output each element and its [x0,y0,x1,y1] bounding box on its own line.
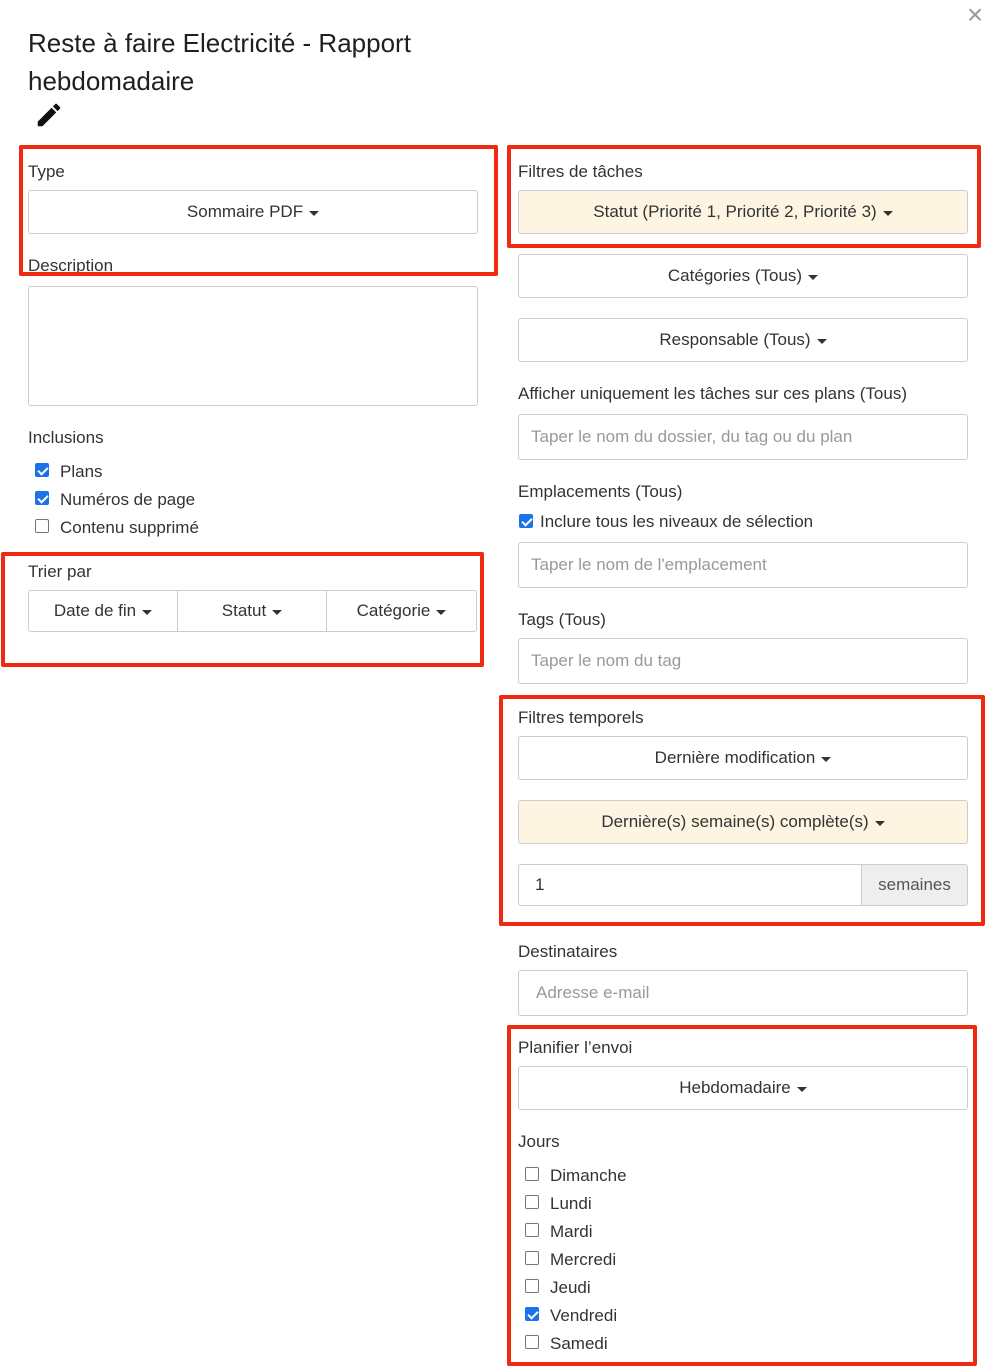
time-field-dropdown[interactable]: Dernière modification [518,736,968,780]
caret-down-icon [142,609,153,615]
tags-label: Tags (Tous) [518,610,606,629]
sort-status-button[interactable]: Statut [177,590,327,632]
day-friday-checkbox[interactable] [525,1307,539,1321]
pencil-icon[interactable] [34,100,64,130]
plans-checkbox-label: Plans [60,462,103,481]
type-dropdown[interactable]: Sommaire PDF [28,190,478,234]
include-all-levels-label: Inclure tous les niveaux de sélection [540,512,814,531]
day-tuesday-checkbox[interactable] [525,1223,539,1237]
caret-down-icon [821,756,832,762]
weeks-unit-addon: semaines [861,864,968,906]
day-wednesday-label: Mercredi [550,1250,617,1269]
type-label: Type [28,162,65,181]
day-sunday-checkbox[interactable] [525,1167,539,1181]
caret-down-icon [874,820,885,826]
responsible-filter-dropdown[interactable]: Responsable (Tous) [518,318,968,362]
caret-down-icon [436,609,447,615]
description-label: Description [28,256,114,275]
frequency-value: Hebdomadaire [679,1078,791,1097]
plans-search-input[interactable]: Taper le nom du dossier, du tag ou du pl… [518,414,968,460]
dialog-title: Reste à faire Electricité - Rapport hebd… [28,28,411,96]
location-search-input[interactable]: Taper le nom de l'emplacement [518,542,968,588]
sort-status-label: Statut [221,601,267,620]
schedule-label: Planifier l’envoi [518,1038,633,1057]
days-label: Jours [518,1132,560,1151]
deleted-content-checkbox-label: Contenu supprimé [60,518,199,537]
day-friday-label: Vendredi [550,1306,618,1325]
recipients-label: Destinataires [518,942,618,961]
day-tuesday-label: Mardi [550,1222,593,1241]
time-field-value: Dernière modification [654,748,816,767]
close-icon[interactable]: × [962,1,988,29]
day-wednesday-checkbox[interactable] [525,1251,539,1265]
page-numbers-checkbox-label: Numéros de page [60,490,196,509]
time-filters-label: Filtres temporels [518,708,644,727]
categories-filter-value: Catégories (Tous) [667,266,803,285]
sort-end-date-label: Date de fin [53,601,137,620]
locations-label: Emplacements (Tous) [518,482,683,501]
plans-checkbox[interactable] [35,463,49,477]
description-textarea[interactable] [28,286,478,406]
inclusions-label: Inclusions [28,428,104,447]
day-monday-checkbox[interactable] [525,1195,539,1209]
weeks-count-input[interactable]: 1 [518,864,862,906]
include-all-levels-checkbox[interactable] [519,514,533,528]
plans-filter-label: Afficher uniquement les tâches sur ces p… [518,384,907,403]
weeks-count-value: 1 [535,875,545,894]
weeks-unit-label: semaines [878,875,951,894]
time-period-dropdown[interactable]: Dernière(s) semaine(s) complète(s) [518,800,968,844]
tag-search-input[interactable]: Taper le nom du tag [518,638,968,684]
email-placeholder: Adresse e-mail [536,983,650,1002]
page-numbers-checkbox[interactable] [35,491,49,505]
day-saturday-label: Samedi [550,1334,608,1353]
caret-down-icon [882,210,893,216]
caret-down-icon [309,210,320,216]
day-thursday-label: Jeudi [550,1278,591,1297]
type-dropdown-value: Sommaire PDF [186,202,304,221]
tag-search-placeholder: Taper le nom du tag [531,651,682,670]
day-sunday-label: Dimanche [550,1166,627,1185]
caret-down-icon [272,609,283,615]
day-monday-label: Lundi [550,1194,592,1213]
sort-category-button[interactable]: Catégorie [326,590,477,632]
plans-search-placeholder: Taper le nom du dossier, du tag ou du pl… [531,427,853,446]
sort-label: Trier par [28,562,92,581]
caret-down-icon [796,1086,807,1092]
sort-end-date-button[interactable]: Date de fin [28,590,178,632]
frequency-dropdown[interactable]: Hebdomadaire [518,1066,968,1110]
status-filter-dropdown[interactable]: Statut (Priorité 1, Priorité 2, Priorité… [518,190,968,234]
categories-filter-dropdown[interactable]: Catégories (Tous) [518,254,968,298]
time-period-value: Dernière(s) semaine(s) complète(s) [601,812,869,831]
deleted-content-checkbox[interactable] [35,519,49,533]
email-input[interactable]: Adresse e-mail [518,970,968,1016]
caret-down-icon [808,274,819,280]
location-search-placeholder: Taper le nom de l'emplacement [531,555,767,574]
day-saturday-checkbox[interactable] [525,1335,539,1349]
caret-down-icon [816,338,827,344]
sort-button-group: Date de fin Statut Catégorie [28,590,477,632]
status-filter-value: Statut (Priorité 1, Priorité 2, Priorité… [593,202,877,221]
task-filters-label: Filtres de tâches [518,162,643,181]
day-thursday-checkbox[interactable] [525,1279,539,1293]
responsible-filter-value: Responsable (Tous) [659,330,811,349]
sort-category-label: Catégorie [356,601,431,620]
